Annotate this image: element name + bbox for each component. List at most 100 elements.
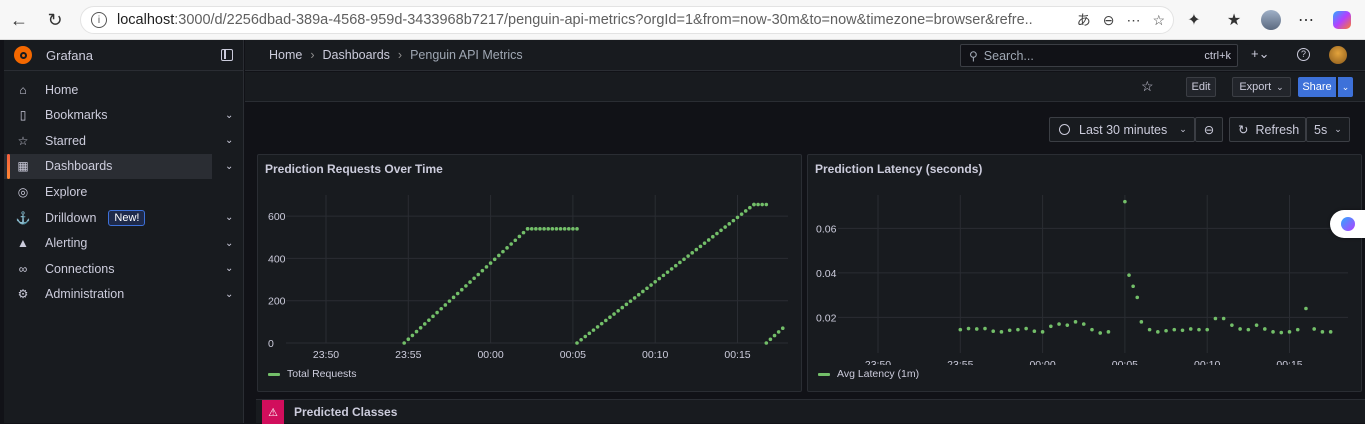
chevron-down-icon[interactable]: ⌄ (225, 161, 233, 172)
panel-prediction-latency[interactable]: Prediction Latency (seconds) 23:50 23:55 0… (807, 154, 1362, 392)
data-point (1279, 330, 1284, 335)
sidebar-item-bookmarks[interactable]: ▯ Bookmarks ⌄ (4, 103, 234, 128)
data-point (727, 222, 732, 226)
info-icon[interactable]: i (91, 12, 107, 28)
data-point (427, 318, 431, 322)
chevron-down-icon[interactable]: ⌄ (225, 110, 233, 121)
data-point (628, 299, 633, 303)
more-icon[interactable]: ⋯ (1126, 12, 1140, 29)
data-point (435, 310, 439, 315)
time-range-picker[interactable]: Last 30 minutes ⌄ (1049, 117, 1195, 142)
dashboard-toolbar: ☆ Edit Export ⌄ Share ⌄ (245, 72, 1365, 102)
share-menu-chevron-icon[interactable]: ⌄ (1338, 77, 1353, 97)
data-point (566, 227, 571, 231)
legend[interactable]: Total Requests (268, 368, 356, 380)
data-point (743, 209, 748, 213)
sidebar-item-administration[interactable]: ⚙ Administration ⌄ (4, 282, 234, 307)
breadcrumb-current: Penguin API Metrics (410, 48, 523, 62)
share-button[interactable]: Share (1298, 77, 1336, 97)
panel-prediction-requests[interactable]: Prediction Requests Over Time 23:50 23:55… (257, 154, 802, 392)
warning-icon[interactable]: ⚠ (262, 400, 284, 424)
data-point (476, 272, 481, 277)
sidebar-item-home[interactable]: ⌂ Home (4, 77, 212, 102)
data-point (599, 321, 604, 326)
data-point (1246, 327, 1251, 332)
grafana-logo-icon[interactable] (14, 46, 32, 64)
chevron-down-icon[interactable]: ⌄ (225, 212, 233, 223)
data-point (534, 227, 538, 231)
data-point (1057, 322, 1061, 326)
copilot-sidebar-icon[interactable] (1330, 210, 1365, 238)
legend-swatch (818, 372, 830, 376)
sidebar-item-connections[interactable]: ∞ Connections ⌄ (4, 256, 234, 281)
refresh-interval-picker[interactable]: 5s ⌄ (1306, 117, 1350, 142)
x-tick-label: 23:50 (865, 359, 891, 365)
refresh-button[interactable]: ↻ Refresh (1229, 117, 1306, 142)
data-point (1180, 328, 1185, 333)
sidebar-item-drilldown[interactable]: ⚓ Drilldown New! ⌄ (4, 205, 233, 230)
latency-chart: 23:50 23:55 00:00 00:05 00:10 00:15 0.02 0.04 0.… (816, 195, 1348, 365)
profile-avatar[interactable] (1257, 6, 1285, 34)
sidebar-item-alerting[interactable]: ▲ Alerting ⌄ (4, 231, 233, 256)
sidebar-item-dashboards[interactable]: ▦ Dashboards ⌄ (4, 153, 233, 179)
browser-toolbar: ← ↻ i localhost:3000/d/2256dbad-389a-456… (0, 0, 1365, 40)
y-tick-label: 0.02 (816, 312, 837, 324)
legend[interactable]: Avg Latency (1m) (818, 368, 919, 380)
data-point (431, 314, 435, 319)
chevron-down-icon[interactable]: ⌄ (225, 238, 233, 249)
sidebar-item-explore[interactable]: ◎ Explore (4, 179, 212, 204)
mark-favorite-icon[interactable]: ☆ (1141, 78, 1154, 95)
panel-predicted-classes[interactable]: ⚠ Predicted Classes (256, 399, 1365, 424)
data-point (780, 326, 785, 330)
data-point (575, 341, 579, 345)
breadcrumb-dashboards[interactable]: Dashboards (323, 48, 390, 62)
read-aloud-icon[interactable]: あ (1077, 10, 1091, 30)
x-tick-label: 00:00 (1029, 359, 1055, 365)
zoom-icon[interactable]: ⊖ (1103, 12, 1115, 29)
data-point (521, 230, 526, 235)
favorites-icon[interactable]: ★ (1220, 6, 1248, 34)
settings-more-icon[interactable]: ⋯ (1292, 6, 1320, 34)
refresh-interval-label: 5s (1314, 122, 1328, 137)
data-point (1287, 330, 1292, 334)
data-point (624, 302, 629, 307)
x-tick-label: 00:15 (724, 349, 750, 361)
sidebar-item-starred[interactable]: ☆ Starred ⌄ (4, 128, 234, 153)
data-point (1098, 331, 1103, 335)
data-point (406, 337, 411, 341)
x-tick-label: 00:15 (1276, 359, 1302, 365)
copilot-icon[interactable] (1328, 6, 1356, 34)
extensions-icon[interactable]: ✦ (1180, 6, 1208, 34)
bell-icon: ▲ (17, 236, 29, 251)
export-button[interactable]: Export ⌄ (1232, 77, 1291, 97)
edit-button[interactable]: Edit (1186, 77, 1216, 97)
sidebar: Grafana ⌂ Home ▯ Bookmarks ⌄ ☆ Starred ⌄ ▦ Dashbo… (4, 40, 244, 423)
data-point (451, 295, 456, 300)
reload-icon[interactable]: ↻ (42, 7, 68, 33)
app-name: Grafana (46, 47, 93, 63)
address-bar[interactable]: i localhost:3000/d/2256dbad-389a-4568-95… (80, 6, 1174, 34)
data-point (455, 291, 460, 296)
sidebar-item-label: Dashboards (45, 159, 113, 174)
data-point (694, 247, 699, 252)
chevron-down-icon[interactable]: ⌄ (225, 263, 233, 274)
sidebar-item-label: Home (45, 82, 79, 97)
favorite-star-icon[interactable]: ☆ (1152, 12, 1165, 29)
back-icon[interactable]: ← (6, 7, 32, 33)
data-point (702, 241, 707, 245)
chevron-down-icon[interactable]: ⌄ (225, 289, 233, 300)
chevron-down-icon[interactable]: ⌄ (225, 135, 233, 146)
help-icon[interactable]: ? (1297, 48, 1310, 61)
search-input[interactable]: ⚲ Search... ctrl+k (960, 44, 1238, 67)
add-new-icon[interactable]: +⌄ (1251, 46, 1269, 62)
chevron-right-icon: › (310, 48, 315, 62)
data-point (1197, 327, 1201, 332)
zoom-out-button[interactable]: ⊖ (1195, 117, 1223, 142)
url-text[interactable]: localhost:3000/d/2256dbad-389a-4568-959d… (117, 12, 1032, 28)
data-point (562, 227, 567, 231)
user-avatar[interactable] (1329, 46, 1347, 64)
x-tick-label: 23:50 (313, 349, 339, 361)
dock-menu-icon[interactable] (221, 49, 233, 61)
data-point (583, 334, 588, 339)
breadcrumb-home[interactable]: Home (269, 48, 302, 62)
